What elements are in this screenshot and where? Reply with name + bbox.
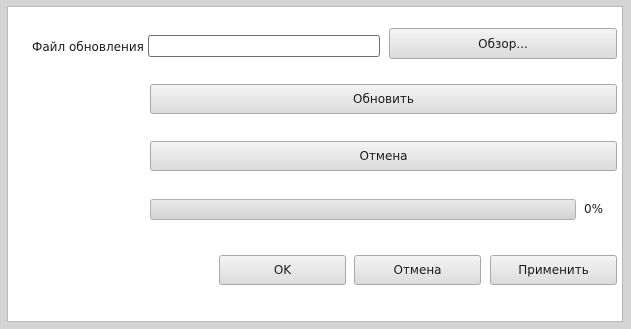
update-panel: Файл обновления Обзор... Обновить Отмена… — [7, 6, 623, 322]
dialog-cancel-button[interactable]: Отмена — [354, 255, 481, 285]
cancel-update-button[interactable]: Отмена — [150, 141, 617, 171]
apply-button[interactable]: Применить — [490, 255, 617, 285]
progress-bar — [150, 199, 576, 220]
browse-button[interactable]: Обзор... — [389, 28, 617, 59]
progress-percent: 0% — [584, 202, 604, 216]
ok-button[interactable]: OK — [219, 255, 346, 285]
file-path-input[interactable] — [148, 35, 380, 57]
file-label: Файл обновления — [32, 40, 144, 54]
update-button[interactable]: Обновить — [150, 84, 617, 114]
